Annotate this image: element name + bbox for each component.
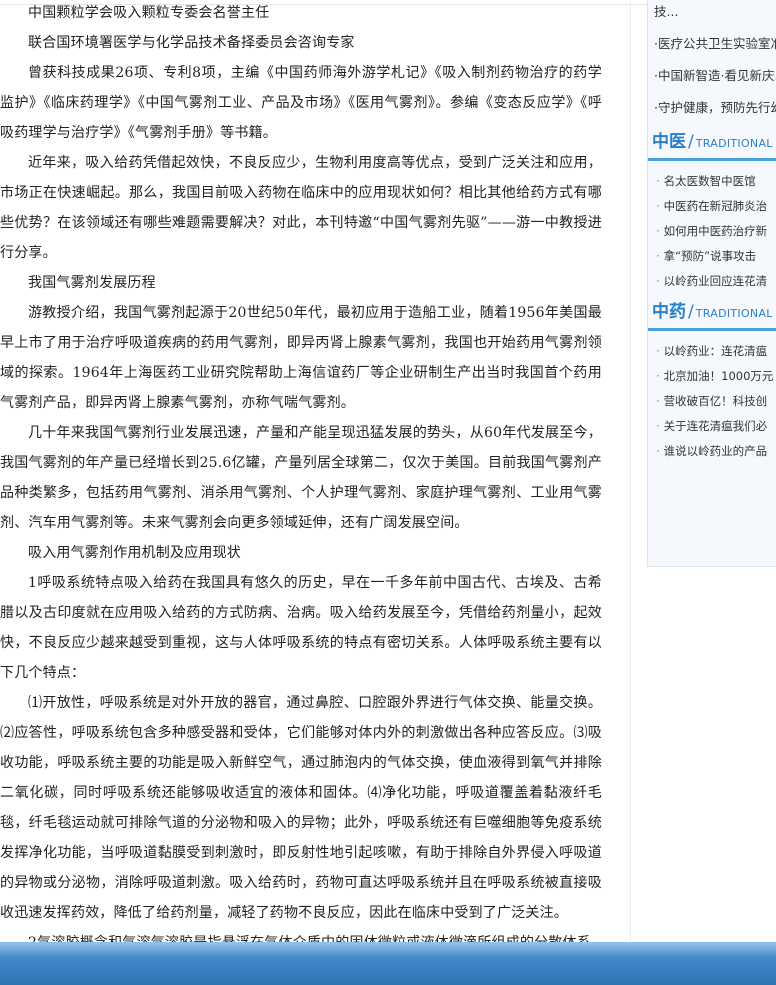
article-paragraph: 2气溶胶概念和气溶气溶胶是指悬浮在气体介质中的固体微粒或液体微滴所组成的分散体系: [0, 928, 602, 942]
column-divider: [630, 0, 631, 942]
news-item[interactable]: ·守护健康，预防先行幼...: [654, 96, 776, 120]
section-header-zhongyi: 中医 / TRADITIONAL: [648, 128, 776, 161]
link-list-zhongyi: · 名太医数智中医馆 · 中医药在新冠肺炎治 · 如何用中医药治疗新 · 拿“预防”说事…: [648, 169, 776, 294]
article-paragraph: 联合国环境署医学与化学品技术备择委员会咨询专家: [28, 35, 355, 51]
article-paragraph: 近年来，吸入给药凭借起效快，不良反应少，生物利用度高等优点，受到广泛关注和应用，…: [0, 155, 602, 261]
news-list: 技... ·医疗公共卫生实验室准 ·中国新智造·看见新庆... ·守护健康，预防…: [648, 0, 776, 120]
link-item[interactable]: · 中医药在新冠肺炎治: [656, 194, 776, 219]
link-item[interactable]: · 谁说以岭药业的产品: [656, 439, 776, 464]
section-subtitle: TRADITIONAL: [695, 137, 773, 150]
article-paragraph: 1呼吸系统特点吸入给药在我国具有悠久的历史，早在一千多年前中国古代、古埃及、古希…: [0, 575, 602, 681]
link-list-zhongyao: · 以岭药业：连花清瘟 · 北京加油！1000万元 · 营收破百亿！科技创 · 关于连花…: [648, 339, 776, 464]
link-item[interactable]: · 以岭药业回应连花清: [656, 269, 776, 294]
link-item[interactable]: · 拿“预防”说事攻击: [656, 244, 776, 269]
section-heading: 吸入用气雾剂作用机制及应用现状: [28, 545, 241, 561]
link-item[interactable]: · 以岭药业：连花清瘟: [656, 339, 776, 364]
section-title: 中药: [652, 302, 686, 322]
article-paragraph: 几十年来我国气雾剂行业发展迅速，产量和产能呈现迅猛发展的势头，从60年代发展至今…: [0, 425, 602, 531]
section-header-zhongyao: 中药 / TRADITIONAL: [648, 298, 776, 331]
section-heading: 我国气雾剂发展历程: [28, 275, 156, 291]
sidebar: 技... ·医疗公共卫生实验室准 ·中国新智造·看见新庆... ·守护健康，预防…: [647, 0, 776, 567]
link-item[interactable]: · 名太医数智中医馆: [656, 169, 776, 194]
link-item[interactable]: · 营收破百亿！科技创: [656, 389, 776, 414]
article-paragraph: 曾获科技成果26项、专利8项，主编《中国药师海外游学札记》《吸入制剂药物治疗的药…: [0, 65, 602, 141]
article-paragraph: ⑴开放性，呼吸系统是对外开放的器官，通过鼻腔、口腔跟外界进行气体交换、能量交换。…: [0, 695, 602, 921]
news-item[interactable]: ·医疗公共卫生实验室准: [654, 32, 776, 56]
taskbar[interactable]: [0, 942, 776, 985]
news-item[interactable]: 技...: [654, 0, 776, 24]
link-item[interactable]: · 北京加油！1000万元: [656, 364, 776, 389]
taskbar-glow: [0, 943, 776, 957]
section-subtitle: TRADITIONAL: [695, 307, 773, 320]
article-paragraph: 游教授介绍，我国气雾剂起源于20世纪50年代，最初应用于造船工业，随着1956年…: [0, 305, 602, 411]
link-item[interactable]: · 关于连花清瘟我们必: [656, 414, 776, 439]
link-item[interactable]: · 如何用中医药治疗新: [656, 219, 776, 244]
article-body: 中国颗粒学会吸入颗粒专委会名誉主任 联合国环境署医学与化学品技术备择委员会咨询专…: [0, 0, 602, 942]
news-item[interactable]: ·中国新智造·看见新庆...: [654, 64, 776, 88]
browser-viewport: 中国颗粒学会吸入颗粒专委会名誉主任 联合国环境署医学与化学品技术备择委员会咨询专…: [0, 0, 776, 942]
section-title: 中医: [652, 132, 686, 152]
article-paragraph: 中国颗粒学会吸入颗粒专委会名誉主任: [28, 5, 270, 21]
